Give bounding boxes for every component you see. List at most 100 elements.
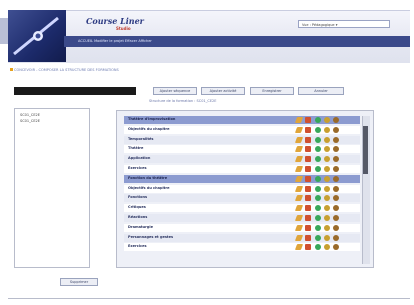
validate-icon[interactable]	[315, 185, 321, 192]
settings-icon[interactable]	[324, 244, 330, 251]
settings-icon[interactable]	[324, 205, 330, 212]
nav-links[interactable]: ACCUEIL Modifier le projet Effacer Affic…	[78, 39, 152, 43]
table-row[interactable]: Personnages et gestes	[124, 233, 360, 242]
validate-icon[interactable]	[315, 136, 321, 143]
settings-icon[interactable]	[324, 175, 330, 182]
resource-icon[interactable]	[333, 166, 339, 172]
cut-icon[interactable]	[305, 156, 311, 163]
row-label: Critiques	[128, 205, 146, 210]
delete-button[interactable]: Supprimer	[60, 278, 98, 286]
table-row[interactable]: Objectifs du chapitre	[124, 184, 360, 193]
resource-icon[interactable]	[333, 146, 339, 153]
settings-icon[interactable]	[324, 224, 330, 231]
settings-icon[interactable]	[324, 136, 330, 143]
cut-icon[interactable]	[305, 136, 311, 143]
table-row[interactable]: Réactions	[124, 214, 360, 222]
settings-icon[interactable]	[324, 195, 330, 202]
settings-icon[interactable]	[324, 117, 330, 123]
table-row[interactable]: Critiques	[124, 204, 360, 213]
edit-icon[interactable]	[294, 195, 304, 202]
save-button[interactable]: Enregistrer	[250, 87, 294, 95]
validate-icon[interactable]	[315, 146, 321, 153]
settings-icon[interactable]	[324, 126, 330, 133]
resource-icon[interactable]	[333, 195, 339, 202]
validate-icon[interactable]	[315, 234, 321, 241]
table-row[interactable]: Application	[124, 155, 360, 164]
section-row[interactable]: Fonction du théâtre	[124, 174, 360, 183]
scrollbar-thumb[interactable]	[363, 126, 368, 174]
table-row[interactable]: Exercices	[124, 243, 360, 252]
cut-icon[interactable]	[305, 244, 311, 251]
edit-icon[interactable]	[294, 117, 304, 123]
settings-icon[interactable]	[324, 234, 330, 241]
list-item[interactable]: SC01_CE2E	[20, 113, 40, 117]
footer-divider	[8, 298, 410, 299]
edit-icon[interactable]	[294, 136, 304, 143]
edit-icon[interactable]	[294, 215, 304, 221]
cut-icon[interactable]	[305, 195, 311, 202]
resource-icon[interactable]	[333, 234, 339, 241]
cut-icon[interactable]	[305, 185, 311, 192]
edit-icon[interactable]	[294, 205, 304, 212]
resource-icon[interactable]	[333, 175, 339, 182]
table-row[interactable]: Objectifs du chapitre	[124, 125, 360, 134]
edit-icon[interactable]	[294, 244, 304, 251]
row-label: Réactions	[128, 215, 148, 219]
settings-icon[interactable]	[324, 215, 330, 221]
edit-icon[interactable]	[294, 166, 304, 172]
resource-icon[interactable]	[333, 244, 339, 251]
table-row[interactable]: Théâtre	[124, 145, 360, 154]
table-row[interactable]: Dramaturgie	[124, 223, 360, 232]
validate-icon[interactable]	[315, 224, 321, 231]
cut-icon[interactable]	[305, 215, 311, 221]
validate-icon[interactable]	[315, 244, 321, 251]
cut-icon[interactable]	[305, 146, 311, 153]
settings-icon[interactable]	[324, 156, 330, 163]
section-row[interactable]: Théâtre d'improvisation	[124, 116, 360, 124]
add-sequence-button[interactable]: Ajouter séquence	[153, 87, 197, 95]
validate-icon[interactable]	[315, 166, 321, 172]
cut-icon[interactable]	[305, 175, 311, 182]
edit-icon[interactable]	[294, 224, 304, 231]
settings-icon[interactable]	[324, 185, 330, 192]
resource-icon[interactable]	[333, 117, 339, 123]
resource-icon[interactable]	[333, 136, 339, 143]
edit-icon[interactable]	[294, 185, 304, 192]
validate-icon[interactable]	[315, 156, 321, 163]
cut-icon[interactable]	[305, 166, 311, 172]
resource-icon[interactable]	[333, 156, 339, 163]
edit-icon[interactable]	[294, 234, 304, 241]
cancel-button[interactable]: Annuler	[298, 87, 344, 95]
edit-icon[interactable]	[294, 126, 304, 133]
cut-icon[interactable]	[305, 224, 311, 231]
validate-icon[interactable]	[315, 175, 321, 182]
cut-icon[interactable]	[305, 234, 311, 241]
table-row[interactable]: Fonctions	[124, 194, 360, 203]
edit-icon[interactable]	[294, 146, 304, 153]
settings-icon[interactable]	[324, 166, 330, 172]
validate-icon[interactable]	[315, 117, 321, 123]
resource-icon[interactable]	[333, 215, 339, 221]
validate-icon[interactable]	[315, 215, 321, 221]
table-row[interactable]: Temporalités	[124, 135, 360, 144]
cut-icon[interactable]	[305, 205, 311, 212]
resource-icon[interactable]	[333, 205, 339, 212]
resource-icon[interactable]	[333, 185, 339, 192]
row-actions	[294, 195, 356, 202]
settings-icon[interactable]	[324, 146, 330, 153]
cut-icon[interactable]	[305, 126, 311, 133]
list-item[interactable]: SC01_CE2E	[20, 119, 40, 123]
add-activity-button[interactable]: Ajouter activité	[201, 87, 245, 95]
table-row[interactable]: Exercices	[124, 165, 360, 173]
cut-icon[interactable]	[305, 117, 311, 123]
course-list[interactable]: SC01_CE2E SC01_CE2E	[14, 108, 90, 268]
view-select[interactable]: Vue : Pédagogique ▾	[298, 20, 390, 28]
edit-icon[interactable]	[294, 156, 304, 163]
resource-icon[interactable]	[333, 224, 339, 231]
validate-icon[interactable]	[315, 195, 321, 202]
resource-icon[interactable]	[333, 126, 339, 133]
structure-title: Structure de la formation : SC01_CE2E	[149, 99, 217, 103]
validate-icon[interactable]	[315, 126, 321, 133]
edit-icon[interactable]	[294, 175, 304, 182]
validate-icon[interactable]	[315, 205, 321, 212]
